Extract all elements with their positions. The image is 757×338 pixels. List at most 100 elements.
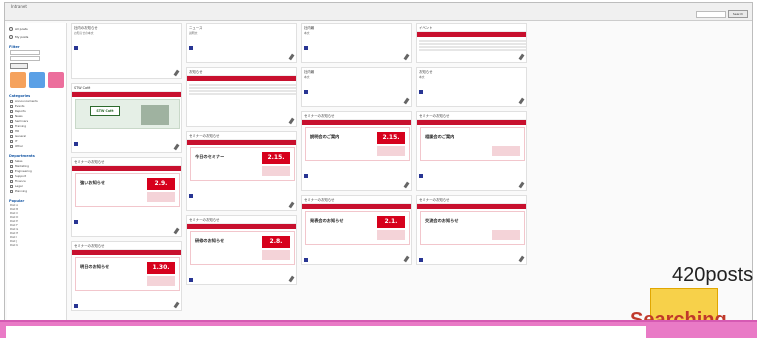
sidebar-checkbox-item[interactable]: General [10,134,66,138]
edit-icon[interactable] [518,53,525,61]
edit-icon[interactable] [173,143,180,151]
edit-icon[interactable] [518,181,525,189]
sidebar-checkbox-item[interactable]: Other [10,144,66,148]
seminar-banner: 明日のお知らせ 1.30. [75,257,180,291]
sidebar: All posts My posts Filter Categories Announc… [7,23,67,331]
popular-post-link[interactable]: Post H [10,232,66,235]
edit-icon[interactable] [173,69,180,77]
checkbox-icon[interactable] [10,134,13,138]
sidebar-checkbox-item[interactable]: Events [10,104,66,108]
post-card[interactable]: セミナーのお知らせ 研修のお知らせ 2.8. [186,215,297,285]
seminar-banner: 今日のセミナー 2.15. [190,147,295,181]
checkbox-icon[interactable] [10,174,13,178]
checkbox-icon[interactable] [10,164,13,168]
post-card[interactable]: 社内のお知らせ お知らせの本文 [71,23,182,79]
sidebar-checkbox-item[interactable]: Legal [10,184,66,188]
seminar-banner: 研修のお知らせ 2.8. [190,231,295,265]
checkbox-icon[interactable] [10,99,13,103]
filter-keyword-input[interactable] [10,50,40,55]
edit-icon[interactable] [403,255,410,263]
sidebar-checkbox-item[interactable]: Engineering [10,169,66,173]
sidebar-radio-option[interactable]: My posts [9,34,66,39]
search-bar-field[interactable] [6,326,646,338]
post-card[interactable]: 社内報 本文 [301,23,412,63]
checkbox-icon[interactable] [10,144,13,148]
popular-post-link[interactable]: Post J [10,240,66,243]
edit-icon[interactable] [288,117,295,125]
filter-date-input[interactable] [10,56,40,61]
post-thumbnail [417,31,526,54]
filter-apply-button[interactable] [10,63,28,69]
category-badge [304,46,308,50]
seminar-banner: 交流会のお知らせ [420,211,525,245]
post-card[interactable]: セミナーのお知らせ 明日のお知らせ 1.30. [71,241,182,311]
popular-post-link[interactable]: Post A [10,204,66,207]
post-card[interactable]: STW Café STW Café [71,83,182,153]
category-logo-icon[interactable] [29,72,45,88]
sidebar-radio-option[interactable]: All posts [9,26,66,31]
post-card[interactable]: セミナーのお知らせ 説明会のご案内 2.15. [301,111,412,191]
radio-icon[interactable] [9,26,13,31]
popular-post-link[interactable]: Post B [10,208,66,211]
edit-icon[interactable] [518,255,525,263]
post-meta [302,54,411,58]
sidebar-checkbox-item[interactable]: Planning [10,189,66,193]
checkbox-icon[interactable] [10,114,13,118]
edit-icon[interactable] [403,181,410,189]
edit-icon[interactable] [288,275,295,283]
checkbox-icon[interactable] [10,179,13,183]
post-card[interactable]: イベント [416,23,527,63]
radio-icon[interactable] [9,34,13,39]
checkbox-label: Engineering [15,169,32,173]
post-card[interactable]: セミナーのお知らせ 発表会のお知らせ 2.1. [301,195,412,265]
post-card[interactable]: ニュース 説明文 [186,23,297,63]
checkbox-label: Finance [15,179,26,183]
sidebar-checkbox-item[interactable]: Training [10,124,66,128]
popular-post-link[interactable]: Post C [10,212,66,215]
checkbox-icon[interactable] [10,159,13,163]
sidebar-checkbox-item[interactable]: Seminars [10,119,66,123]
sidebar-checkbox-item[interactable]: Marketing [10,164,66,168]
checkbox-icon[interactable] [10,119,13,123]
popular-post-link[interactable]: Post G [10,228,66,231]
sidebar-checkbox-item[interactable]: News [10,114,66,118]
post-card[interactable]: セミナーのお知らせ 今日のセミナー 2.15. [186,131,297,211]
seminar-stripe [377,146,405,156]
thumbnail-header [417,204,526,209]
sidebar-section-title: Departments [9,154,35,158]
checkbox-icon[interactable] [10,139,13,143]
edit-icon[interactable] [173,301,180,309]
checkbox-icon[interactable] [10,189,13,193]
checkbox-icon[interactable] [10,109,13,113]
checkbox-icon[interactable] [10,124,13,128]
sidebar-checkbox-item[interactable]: Support [10,174,66,178]
category-logo-icon[interactable] [10,72,26,88]
post-card[interactable]: セミナーのお知らせ 相談会のご案内 [416,111,527,191]
search-input[interactable] [696,11,726,18]
sidebar-checkbox-item[interactable]: Reports [10,109,66,113]
checkbox-icon[interactable] [10,129,13,133]
post-card[interactable]: セミナーのお知らせ 強いお知らせ 2.9. [71,157,182,237]
popular-post-link[interactable]: Post K [10,244,66,247]
sidebar-checkbox-item[interactable]: IT [10,139,66,143]
checkbox-icon[interactable] [10,184,13,188]
post-card[interactable]: お知らせ [186,67,297,127]
category-logo-icon[interactable] [48,72,64,88]
thumbnail-header [72,250,181,255]
post-card[interactable]: お知らせ 本文 [416,67,527,107]
popular-post-link[interactable]: Post E [10,220,66,223]
popular-post-link[interactable]: Post F [10,224,66,227]
sidebar-checkbox-item[interactable]: Announcements [10,99,66,103]
edit-icon[interactable] [173,227,180,235]
popular-post-link[interactable]: Post D [10,216,66,219]
post-card[interactable]: セミナーのお知らせ 交流会のお知らせ [416,195,527,265]
checkbox-icon[interactable] [10,104,13,108]
sidebar-checkbox-item[interactable]: Finance [10,179,66,183]
edit-icon[interactable] [288,201,295,209]
search-button[interactable]: Search [728,10,748,18]
sidebar-checkbox-item[interactable]: Sales [10,159,66,163]
checkbox-icon[interactable] [10,169,13,173]
post-card[interactable]: 社内報 本文 [301,67,412,107]
popular-post-link[interactable]: Post I [10,236,66,239]
sidebar-checkbox-item[interactable]: HR [10,129,66,133]
